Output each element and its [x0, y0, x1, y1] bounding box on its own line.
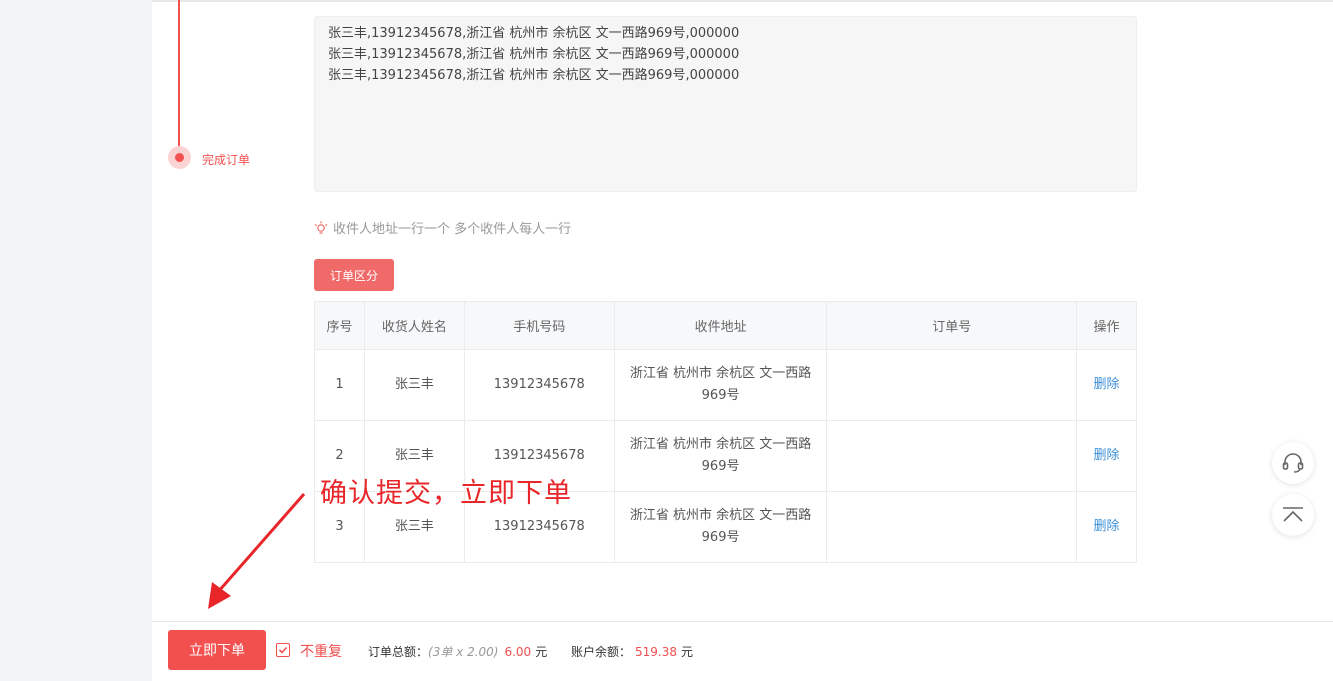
delete-link[interactable]: 删除: [1094, 377, 1120, 392]
cell-order-no[interactable]: [826, 420, 1078, 492]
account-balance: 账户余额： 519.38 元: [571, 643, 693, 660]
cell-action: 删除: [1076, 349, 1137, 421]
customer-service-button[interactable]: [1272, 442, 1314, 484]
back-to-top-icon: [1283, 507, 1303, 522]
annotation-text: 确认提交，立即下单: [320, 478, 572, 509]
submit-order-button[interactable]: 立即下单: [168, 630, 266, 670]
cell-address: 浙江省 杭州市 余杭区 文一西路969号: [613, 349, 828, 421]
order-split-button[interactable]: 订单区分: [314, 259, 394, 291]
account-balance-label: 账户余额：: [571, 645, 632, 659]
delete-link[interactable]: 删除: [1094, 448, 1120, 463]
header-index: 序号: [314, 301, 365, 350]
order-total: 订单总额：(3单 x 2.00) 6.00 元: [368, 643, 547, 660]
cell-action: 删除: [1076, 491, 1137, 563]
account-balance-amount: 519.38: [635, 645, 678, 659]
table-row: 1 张三丰 13912345678 浙江省 杭州市 余杭区 文一西路969号 删…: [314, 349, 1137, 421]
cell-order-no[interactable]: [826, 349, 1078, 421]
cell-order-no[interactable]: [826, 491, 1078, 563]
cell-address: 浙江省 杭州市 余杭区 文一西路969号: [613, 491, 828, 563]
back-to-top-button[interactable]: [1272, 494, 1314, 536]
cell-index: 1: [314, 349, 365, 421]
account-balance-currency: 元: [681, 645, 694, 659]
address-hint-text: 收件人地址一行一个 多个收件人每人一行: [333, 222, 572, 237]
top-divider: [152, 0, 1333, 2]
cell-address: 浙江省 杭州市 余杭区 文一西路969号: [613, 420, 828, 492]
header-name: 收货人姓名: [363, 301, 465, 350]
order-total-label: 订单总额：: [368, 645, 429, 659]
header-address: 收件地址: [613, 301, 828, 350]
step-progress-line: [178, 0, 180, 150]
address-input[interactable]: [314, 16, 1137, 192]
cell-name: 张三丰: [363, 349, 465, 421]
cell-action: 删除: [1076, 420, 1137, 492]
step-complete-dot: [168, 146, 191, 169]
address-hint: 收件人地址一行一个 多个收件人每人一行: [314, 218, 571, 237]
order-total-detail: (3单 x 2.00): [428, 645, 499, 659]
header-action: 操作: [1076, 301, 1137, 350]
order-total-amount: 6.00: [504, 645, 532, 659]
table-header-row: 序号 收货人姓名 手机号码 收件地址 订单号 操作: [314, 301, 1137, 350]
no-repeat-checkbox[interactable]: [276, 643, 290, 657]
order-table: 序号 收货人姓名 手机号码 收件地址 订单号 操作 1 张三丰 13912345…: [314, 301, 1137, 563]
lightbulb-icon: [314, 221, 328, 234]
delete-link[interactable]: 删除: [1094, 519, 1120, 534]
header-order-no: 订单号: [826, 301, 1078, 350]
cell-phone: 13912345678: [463, 349, 615, 421]
checkmark-icon: [278, 646, 288, 654]
step-complete-label: 完成订单: [202, 153, 251, 167]
no-repeat-label[interactable]: 不重复: [300, 641, 342, 661]
header-phone: 手机号码: [463, 301, 615, 350]
order-total-currency: 元: [535, 645, 548, 659]
annotation-arrow-icon: [208, 493, 306, 609]
headset-icon: [1282, 453, 1304, 473]
